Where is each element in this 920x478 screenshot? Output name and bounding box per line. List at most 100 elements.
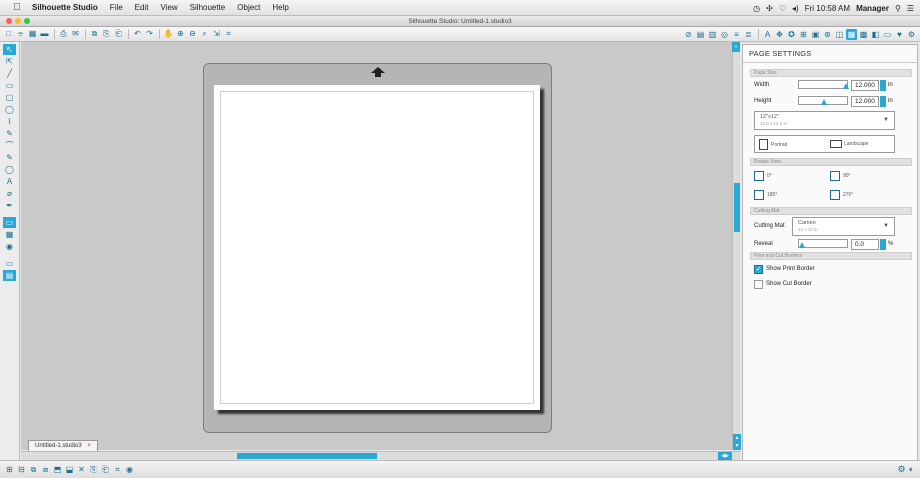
menu-app-name[interactable]: Silhouette Studio <box>26 3 104 12</box>
smooth-freehand-icon[interactable]: ◯ <box>3 164 16 175</box>
duplicate-icon[interactable]: ⎘ <box>88 464 99 475</box>
reveal-slider[interactable] <box>798 239 848 248</box>
make-compound-path-icon[interactable]: ⧉ <box>28 464 39 475</box>
freehand-tool-icon[interactable]: ✎ <box>3 152 16 163</box>
open-document-icon[interactable]: ⌯ <box>15 29 26 40</box>
copy-icon[interactable]: ⎘ <box>101 29 112 40</box>
rounded-rectangle-tool-icon[interactable]: ▢ <box>3 92 16 103</box>
line-tool-icon[interactable]: ╱ <box>3 68 16 79</box>
volume-icon[interactable]: ◂) <box>792 4 799 13</box>
clock[interactable]: Fri 10:58 AM <box>805 4 850 13</box>
pan-hand-icon[interactable]: ✋ <box>163 29 174 40</box>
group-icon[interactable]: ⊞ <box>4 464 15 475</box>
minimize-window-button[interactable] <box>15 18 21 24</box>
page[interactable] <box>214 85 540 410</box>
undo-icon[interactable]: ↶ <box>132 29 143 40</box>
cut-settings-icon[interactable]: ▩ <box>858 29 869 40</box>
rotate-90-button[interactable]: 90° <box>830 171 851 181</box>
vertical-scrollbar[interactable]: ▲ ▼ <box>732 42 741 450</box>
width-slider-knob[interactable] <box>843 83 849 89</box>
close-tab-icon[interactable]: × <box>87 443 91 449</box>
vertical-scroll-thumb[interactable] <box>734 183 740 232</box>
eraser-tool-icon[interactable]: ⌀ <box>3 188 16 199</box>
line-style-icon[interactable]: ≡ <box>731 29 742 40</box>
transform-icon[interactable]: ✥ <box>774 29 785 40</box>
apple-icon[interactable]:  <box>8 2 26 13</box>
notification-list-icon[interactable]: ☰ <box>907 4 914 13</box>
spotlight-icon[interactable]: ⚲ <box>895 4 901 13</box>
text-tool-icon[interactable]: A <box>3 176 16 187</box>
line-color-icon[interactable]: ◎ <box>719 29 730 40</box>
knife-tool-icon[interactable]: ✒ <box>3 200 16 211</box>
user-name[interactable]: Manager <box>856 4 889 13</box>
portrait-button[interactable]: Portrait <box>759 139 787 150</box>
ungroup-icon[interactable]: ⊟ <box>16 464 27 475</box>
document-tab[interactable]: Untitled-1.studio3 × <box>28 440 98 451</box>
weld-icon[interactable]: ◉ <box>124 464 135 475</box>
zoom-out-icon[interactable]: ⊖ <box>187 29 198 40</box>
rotate-270-button[interactable]: 270° <box>830 190 853 200</box>
arc-tool-icon[interactable]: ⌒ <box>3 140 16 151</box>
paste-in-front-icon[interactable]: ⎗ <box>100 464 111 475</box>
page-settings-icon[interactable]: ▦ <box>846 29 857 40</box>
paste-icon[interactable]: ⎗ <box>113 29 124 40</box>
sketch-icon[interactable]: ▭ <box>882 29 893 40</box>
width-stepper[interactable] <box>880 80 886 91</box>
print-icon[interactable]: ⎙ <box>58 29 69 40</box>
curve-tool-icon[interactable]: ✎ <box>3 128 16 139</box>
shapes-library-icon[interactable]: ▭ <box>3 217 16 228</box>
send-to-silhouette-icon[interactable]: ✉ <box>70 29 81 40</box>
horizontal-scroll-thumb[interactable] <box>237 453 377 459</box>
rectangle-tool-icon[interactable]: ▭ <box>3 80 16 91</box>
registration-marks-icon[interactable]: ◫ <box>834 29 845 40</box>
menu-view[interactable]: View <box>154 3 183 12</box>
online-store-icon[interactable]: ◉ <box>3 241 16 252</box>
show-design-area-icon[interactable]: ▤ <box>3 270 16 281</box>
rotate-180-button[interactable]: 180° <box>754 190 777 200</box>
show-print-border-checkbox[interactable]: ✓ <box>754 265 763 274</box>
fill-gradient-icon[interactable]: ▤ <box>695 29 706 40</box>
settings-gear-icon[interactable]: ⚙ <box>897 464 905 475</box>
select-tool-icon[interactable]: ↖ <box>3 44 16 55</box>
horizontal-scroll-arrows[interactable]: ◀▶ <box>718 452 732 460</box>
height-slider[interactable] <box>798 96 848 105</box>
redo-icon[interactable]: ↷ <box>144 29 155 40</box>
cutting-mat-dropdown[interactable]: Cameo 12 x 12 in ▼ <box>792 217 895 236</box>
rotate-0-button[interactable]: 0° <box>754 171 772 181</box>
polygon-tool-icon[interactable]: ⌇ <box>3 116 16 127</box>
close-window-button[interactable] <box>6 18 12 24</box>
horizontal-scrollbar[interactable]: ◀▶ <box>21 451 740 460</box>
text-style-icon[interactable]: A <box>762 29 773 40</box>
panel-collapse-button[interactable]: » <box>732 42 740 52</box>
replicate-icon[interactable]: ✪ <box>786 29 797 40</box>
height-input[interactable]: 12.000 <box>851 96 879 107</box>
release-compound-path-icon[interactable]: ⧈ <box>40 464 51 475</box>
trace-icon[interactable]: ⊛ <box>822 29 833 40</box>
width-slider[interactable] <box>798 80 849 89</box>
vertical-scroll-arrows[interactable]: ▲ ▼ <box>733 434 741 450</box>
design-canvas[interactable] <box>21 42 732 450</box>
menu-file[interactable]: File <box>104 3 129 12</box>
height-stepper[interactable] <box>880 96 886 107</box>
menu-object[interactable]: Object <box>231 3 266 12</box>
image-library-icon[interactable]: ▦ <box>3 229 16 240</box>
delete-icon[interactable]: ✕ <box>76 464 87 475</box>
landscape-button[interactable]: Landscape <box>830 140 868 148</box>
fit-to-page-icon[interactable]: ⌗ <box>223 29 234 40</box>
ellipse-tool-icon[interactable]: ◯ <box>3 104 16 115</box>
bluetooth-icon[interactable]: ✣ <box>766 4 773 13</box>
new-document-icon[interactable]: □ <box>3 29 14 40</box>
sync-icon[interactable]: ◐ <box>909 464 914 475</box>
modify-icon[interactable]: ⊞ <box>798 29 809 40</box>
cut-icon[interactable]: ⧉ <box>89 29 100 40</box>
drag-zoom-icon[interactable]: ⇲ <box>211 29 222 40</box>
wifi-icon[interactable]: ♡ <box>779 4 786 13</box>
preferences-icon[interactable]: ⚙ <box>906 29 917 40</box>
page-size-dropdown[interactable]: 12"x12" 12.0 x 12.0 in ▼ <box>754 111 895 130</box>
show-cut-border-checkbox[interactable] <box>754 280 763 289</box>
reveal-slider-knob[interactable] <box>799 242 805 248</box>
fill-pattern-icon[interactable]: ▥ <box>707 29 718 40</box>
bring-to-front-icon[interactable]: ⬒ <box>52 464 63 475</box>
menu-edit[interactable]: Edit <box>129 3 155 12</box>
reveal-stepper[interactable] <box>880 239 886 250</box>
